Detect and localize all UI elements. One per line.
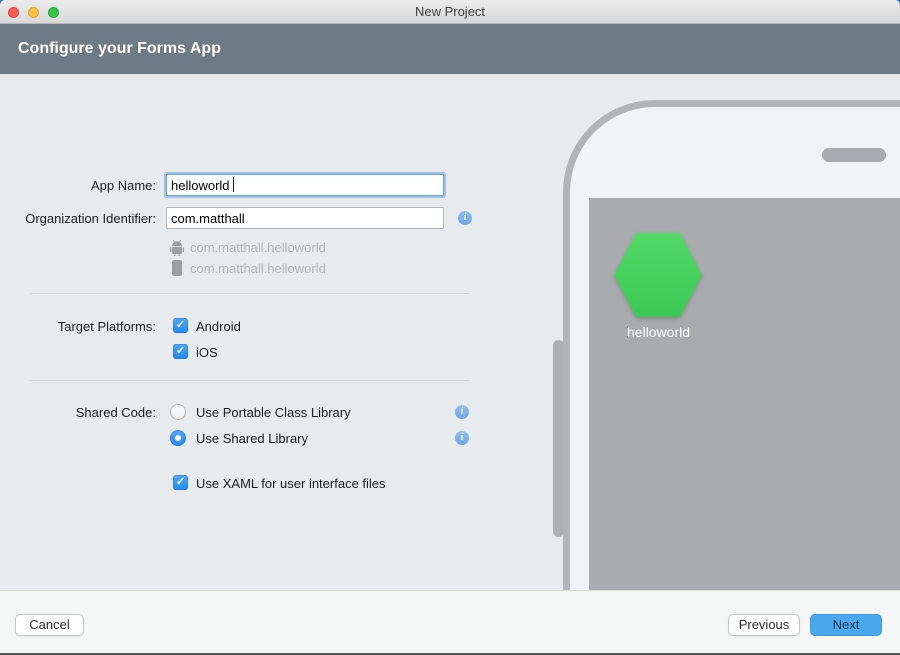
ios-checkbox-label[interactable]: iOS <box>196 345 218 360</box>
page-title: Configure your Forms App <box>18 24 221 74</box>
previous-button[interactable]: Previous <box>728 614 800 636</box>
radio-dot <box>175 435 181 441</box>
organization-identifier-input[interactable] <box>166 207 444 229</box>
shared-library-info-icon[interactable]: i <box>455 431 469 445</box>
app-name-input[interactable] <box>166 174 444 196</box>
text-caret <box>233 177 234 192</box>
cancel-button[interactable]: Cancel <box>15 614 84 636</box>
preview-app-name: helloworld <box>590 324 727 340</box>
app-hexagon-icon <box>614 233 702 317</box>
wizard-footer: Cancel Previous Next <box>0 590 900 655</box>
android-icon <box>170 239 184 256</box>
organization-identifier-label: Organization Identifier: <box>0 211 156 226</box>
iphone-icon <box>172 260 182 276</box>
app-name-label: App Name: <box>0 178 156 193</box>
new-project-dialog: New Project Configure your Forms App hel… <box>0 0 900 655</box>
ios-checkbox[interactable]: ✓ <box>173 344 188 359</box>
portable-class-library-radio[interactable] <box>170 404 186 420</box>
shared-library-label[interactable]: Use Shared Library <box>196 431 308 446</box>
android-checkbox-label[interactable]: Android <box>196 319 241 334</box>
window-title: New Project <box>0 0 900 24</box>
wizard-header: Configure your Forms App <box>0 24 900 74</box>
phone-speaker <box>822 148 886 162</box>
target-platforms-label: Target Platforms: <box>0 319 156 334</box>
ios-identifier-preview: com.matthall.helloworld <box>190 262 326 276</box>
next-button[interactable]: Next <box>810 614 882 636</box>
divider <box>30 293 469 294</box>
shared-library-radio[interactable] <box>170 430 186 446</box>
org-info-icon[interactable]: i <box>458 211 472 225</box>
pcl-info-icon[interactable]: i <box>455 405 469 419</box>
shared-code-label: Shared Code: <box>0 405 156 420</box>
android-checkbox[interactable]: ✓ <box>173 318 188 333</box>
divider <box>30 380 469 381</box>
portable-class-library-label[interactable]: Use Portable Class Library <box>196 405 351 420</box>
titlebar: New Project <box>0 0 900 24</box>
android-identifier-preview: com.matthall.helloworld <box>190 241 326 255</box>
xaml-checkbox[interactable]: ✓ <box>173 475 188 490</box>
wizard-content: helloworld App Name: Organization Identi… <box>0 74 900 590</box>
xaml-checkbox-label[interactable]: Use XAML for user interface files <box>196 476 386 491</box>
